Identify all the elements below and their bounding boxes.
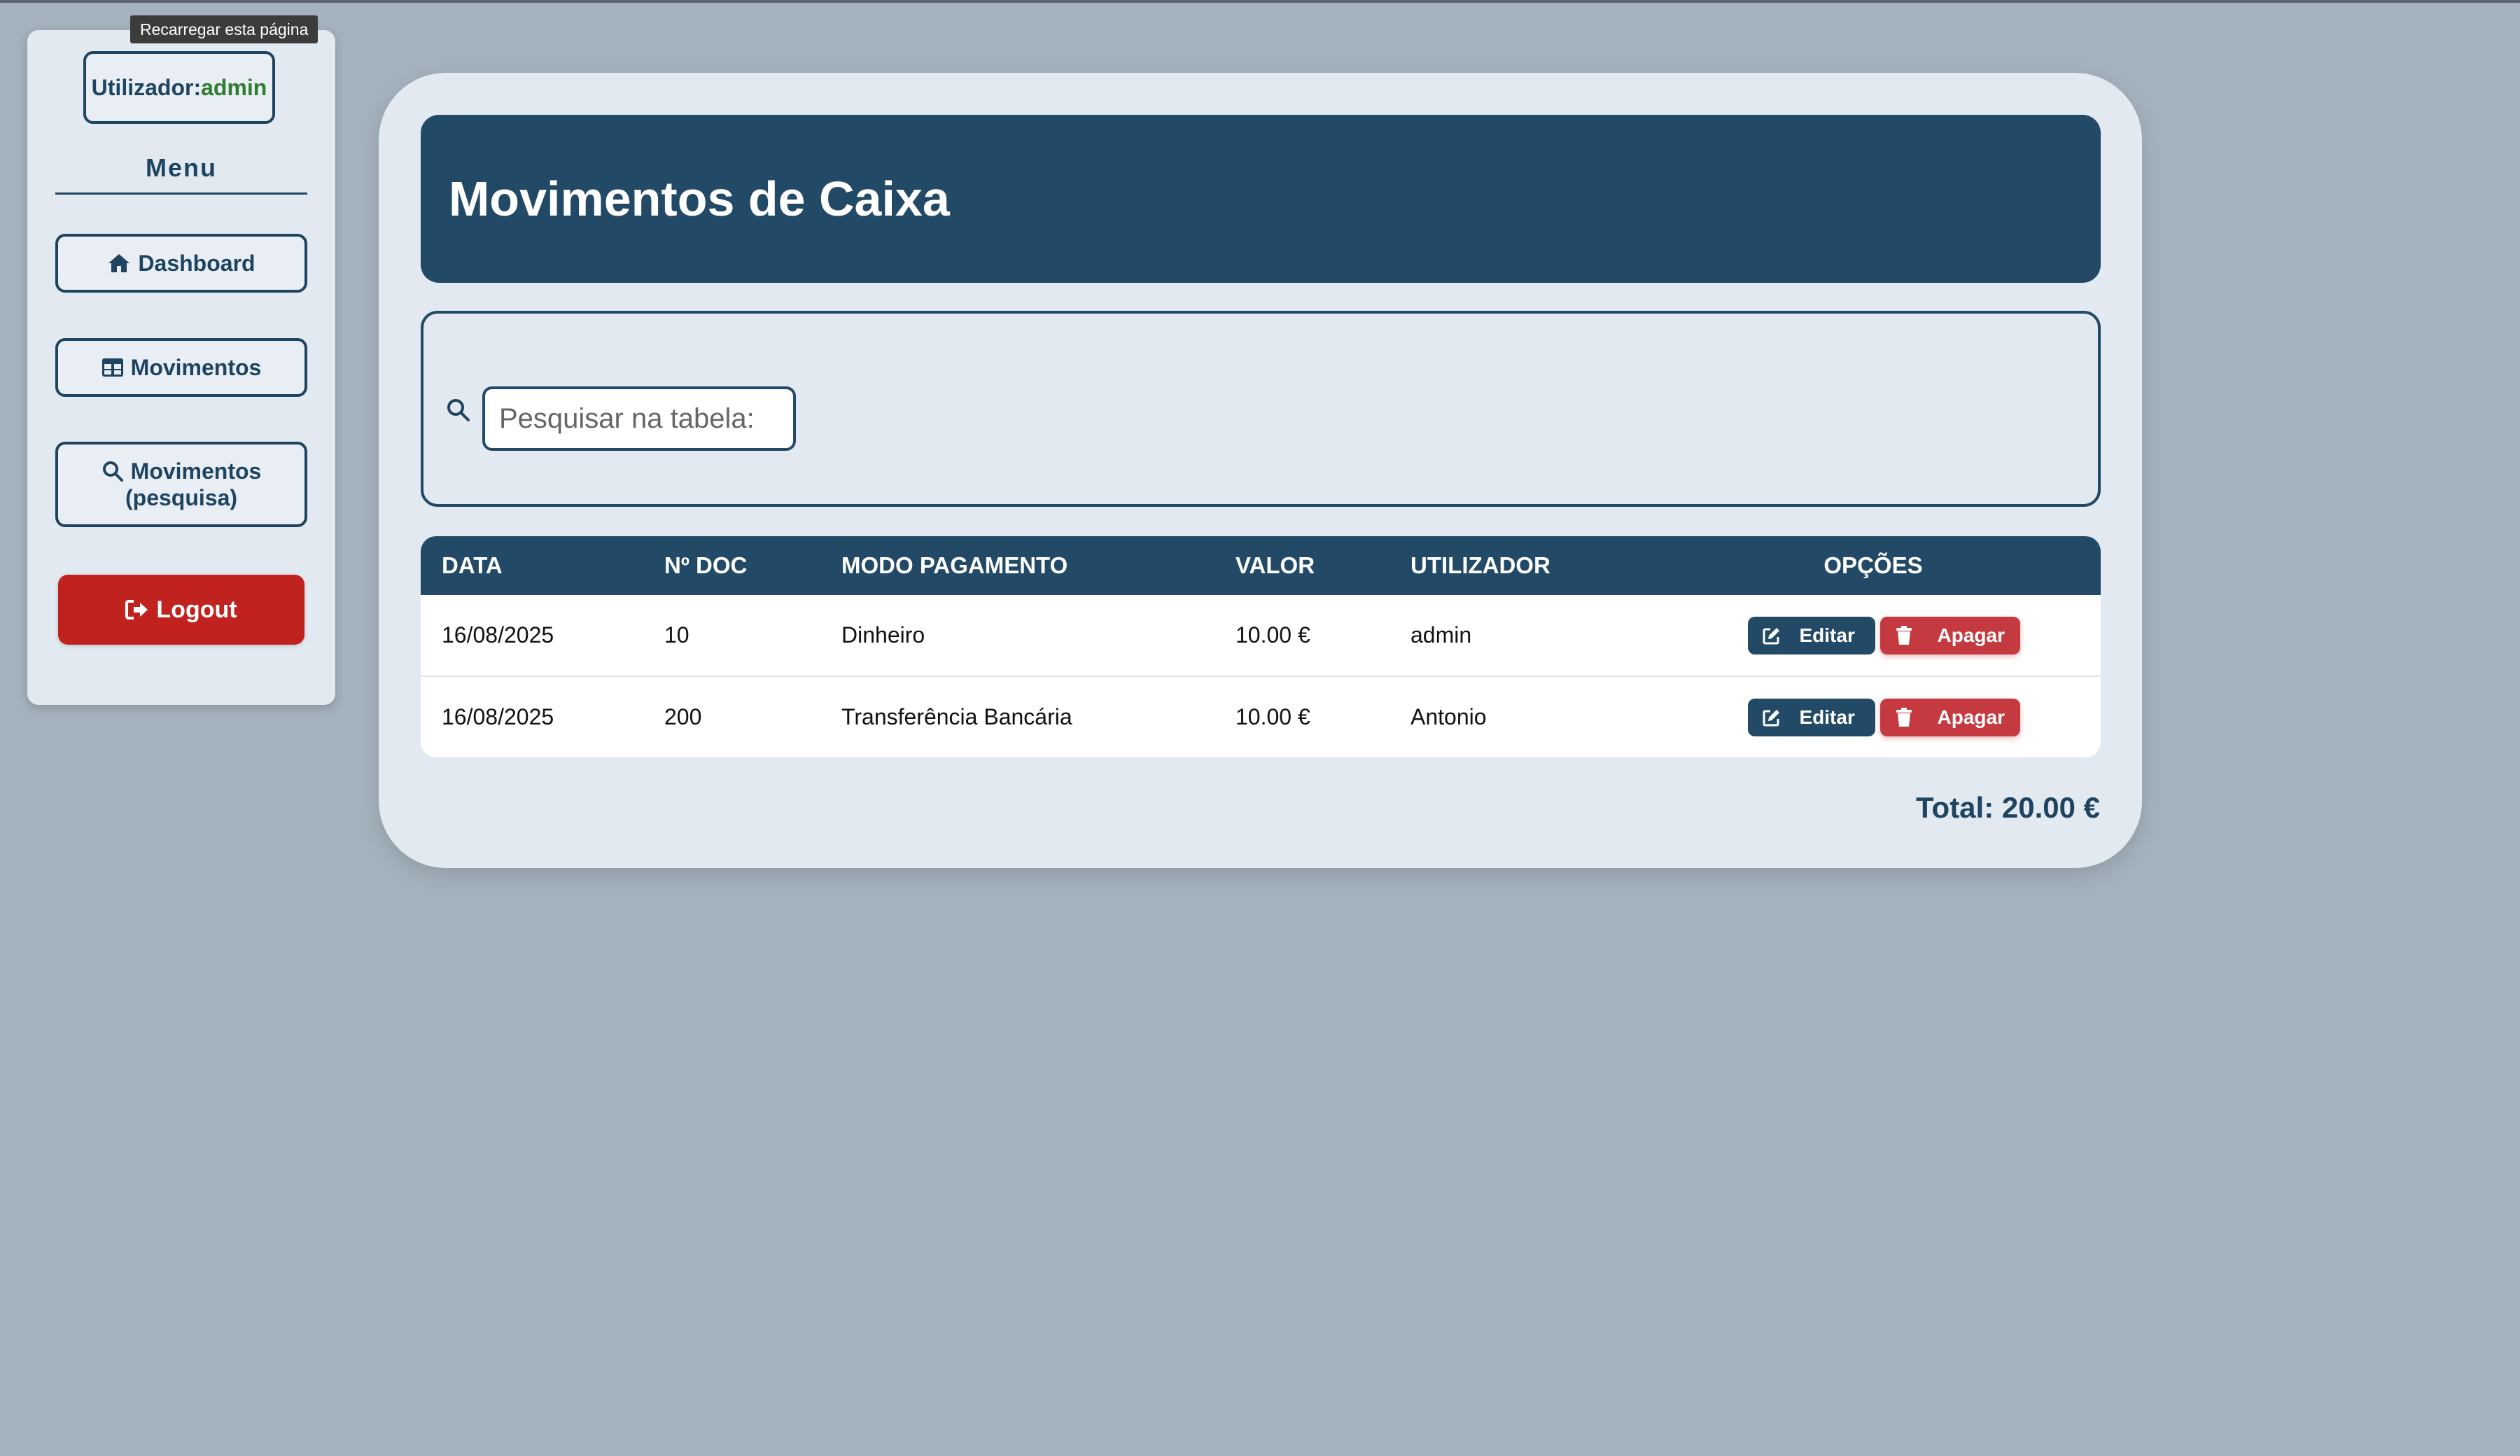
column-header-data[interactable]: DATA — [421, 536, 643, 595]
total-amount: Total: 20.00 € — [1916, 791, 2100, 824]
edit-label: Editar — [1799, 624, 1855, 646]
cell-modo-pagamento: Dinheiro — [820, 595, 1214, 677]
column-header-doc[interactable]: Nº DOC — [643, 536, 820, 595]
edit-button[interactable]: Editar — [1747, 698, 1875, 736]
search-icon — [446, 398, 471, 426]
column-header-valor[interactable]: VALOR — [1214, 536, 1390, 595]
cell-doc: 200 — [664, 704, 702, 729]
cell-utilizador: Antonio — [1410, 704, 1487, 729]
trash-icon — [1896, 707, 1938, 727]
edit-icon — [1762, 626, 1800, 645]
logout-button[interactable]: Logout — [58, 575, 304, 645]
sidebar-item-label: Movimentos — [130, 354, 262, 380]
cell-valor: 10.00 € — [1214, 595, 1390, 677]
cell-modo-pagamento: Transferência Bancária — [841, 704, 1072, 729]
edit-icon — [1762, 708, 1800, 727]
edit-button[interactable]: Editar — [1747, 616, 1875, 654]
delete-button[interactable]: Apagar — [1879, 616, 2020, 654]
delete-label: Apagar — [1937, 624, 2005, 646]
cell-data: 16/08/2025 — [421, 595, 643, 677]
table-icon — [102, 358, 131, 377]
current-user-box: Utilizador: admin — [83, 51, 275, 124]
delete-label: Apagar — [1937, 706, 2005, 728]
sidebar-item-label: Movimentos — [130, 458, 262, 484]
page-title: Movimentos de Caixa — [449, 172, 950, 226]
trash-icon — [1896, 625, 1938, 645]
cell-utilizador: admin — [1390, 595, 1646, 677]
cell-doc: 10 — [643, 595, 820, 677]
main-card: Movimentos de Caixa DATA Nº DOC MODO PAG… — [379, 73, 2142, 868]
sidebar: Utilizador: admin Menu Dashboard Moviment… — [27, 30, 335, 705]
page-header: Movimentos de Caixa — [421, 115, 2101, 283]
menu-title: Menu — [146, 153, 217, 182]
column-header-modo-pagamento[interactable]: MODO PAGAMENTO — [820, 536, 1214, 595]
movements-table: DATA Nº DOC MODO PAGAMENTO VALOR UTILIZA… — [421, 536, 2101, 757]
menu-divider — [55, 192, 307, 195]
home-icon — [107, 253, 138, 274]
window-top-border — [0, 0, 2520, 3]
search-icon — [102, 460, 131, 482]
logout-icon — [125, 599, 156, 620]
cell-opcoes: Editar Apagar — [1646, 595, 2101, 677]
user-label: Utilizador: — [91, 74, 202, 100]
sidebar-item-label: Dashboard — [138, 250, 255, 276]
sidebar-item-movimentos-pesquisa[interactable]: Movimentos (pesquisa) — [55, 442, 307, 527]
edit-label: Editar — [1799, 706, 1855, 728]
search-input[interactable] — [482, 386, 796, 451]
table-row: 16/08/2025 200 Transferência Bancária 10… — [421, 677, 2101, 757]
sidebar-item-movimentos[interactable]: Movimentos — [55, 338, 307, 397]
reload-tooltip: Recarregar esta página — [130, 15, 318, 43]
logout-label: Logout — [156, 596, 237, 623]
cell-valor: 10.00 € — [1236, 704, 1310, 729]
table-header-row: DATA Nº DOC MODO PAGAMENTO VALOR UTILIZA… — [421, 536, 2101, 595]
column-header-opcoes: OPÇÕES — [1646, 536, 2101, 595]
cell-opcoes: Editar Apagar — [1646, 677, 2101, 757]
cell-data: 16/08/2025 — [442, 704, 554, 729]
column-header-utilizador[interactable]: UTILIZADOR — [1390, 536, 1646, 595]
sidebar-item-dashboard[interactable]: Dashboard — [55, 234, 307, 293]
sidebar-item-sublabel: (pesquisa) — [125, 485, 238, 510]
table-row: 16/08/2025 10 Dinheiro 10.00 € admin Edi… — [421, 595, 2101, 677]
delete-button[interactable]: Apagar — [1879, 698, 2020, 736]
user-name: admin — [201, 74, 267, 100]
search-panel — [421, 311, 2101, 507]
